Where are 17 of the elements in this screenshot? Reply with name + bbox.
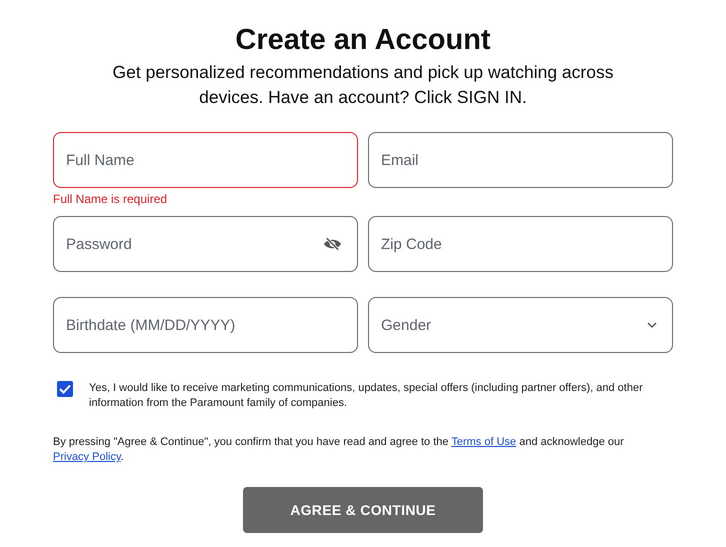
agree-button[interactable]: AGREE & CONTINUE [243, 487, 483, 533]
gender-dropdown[interactable]: Gender [368, 297, 673, 353]
eye-hidden-icon[interactable] [323, 236, 342, 252]
subtitle: Get personalized recommendations and pick up watching across devices. Have an account? Click SIGN IN. [112, 61, 614, 109]
error-message: Full Name is required [53, 192, 168, 206]
input-field[interactable]: Email [368, 132, 673, 188]
input-field[interactable]: Zip Code [368, 216, 673, 272]
page-title: Create an Account [235, 23, 491, 58]
input-field[interactable]: Full Name [53, 132, 358, 188]
consent-label: Yes, I would like to receive marketing communications, updates, special offers (including partner offers), and other information from the Paramount family of companies. [89, 381, 644, 411]
legal-link[interactable]: Terms of Use [451, 436, 516, 448]
input-field[interactable]: Birthdate (MM/DD/YYYY) [53, 297, 358, 353]
legal-text: By pressing "Agree & Continue", you confirm that you have read and agree to the Terms of Use and acknowledge our Privacy Policy. [53, 435, 625, 465]
checkbox[interactable] [57, 381, 73, 397]
chevron-down-icon [647, 322, 657, 328]
input-field[interactable]: Password [53, 216, 358, 272]
legal-link[interactable]: Privacy Policy [53, 451, 121, 463]
